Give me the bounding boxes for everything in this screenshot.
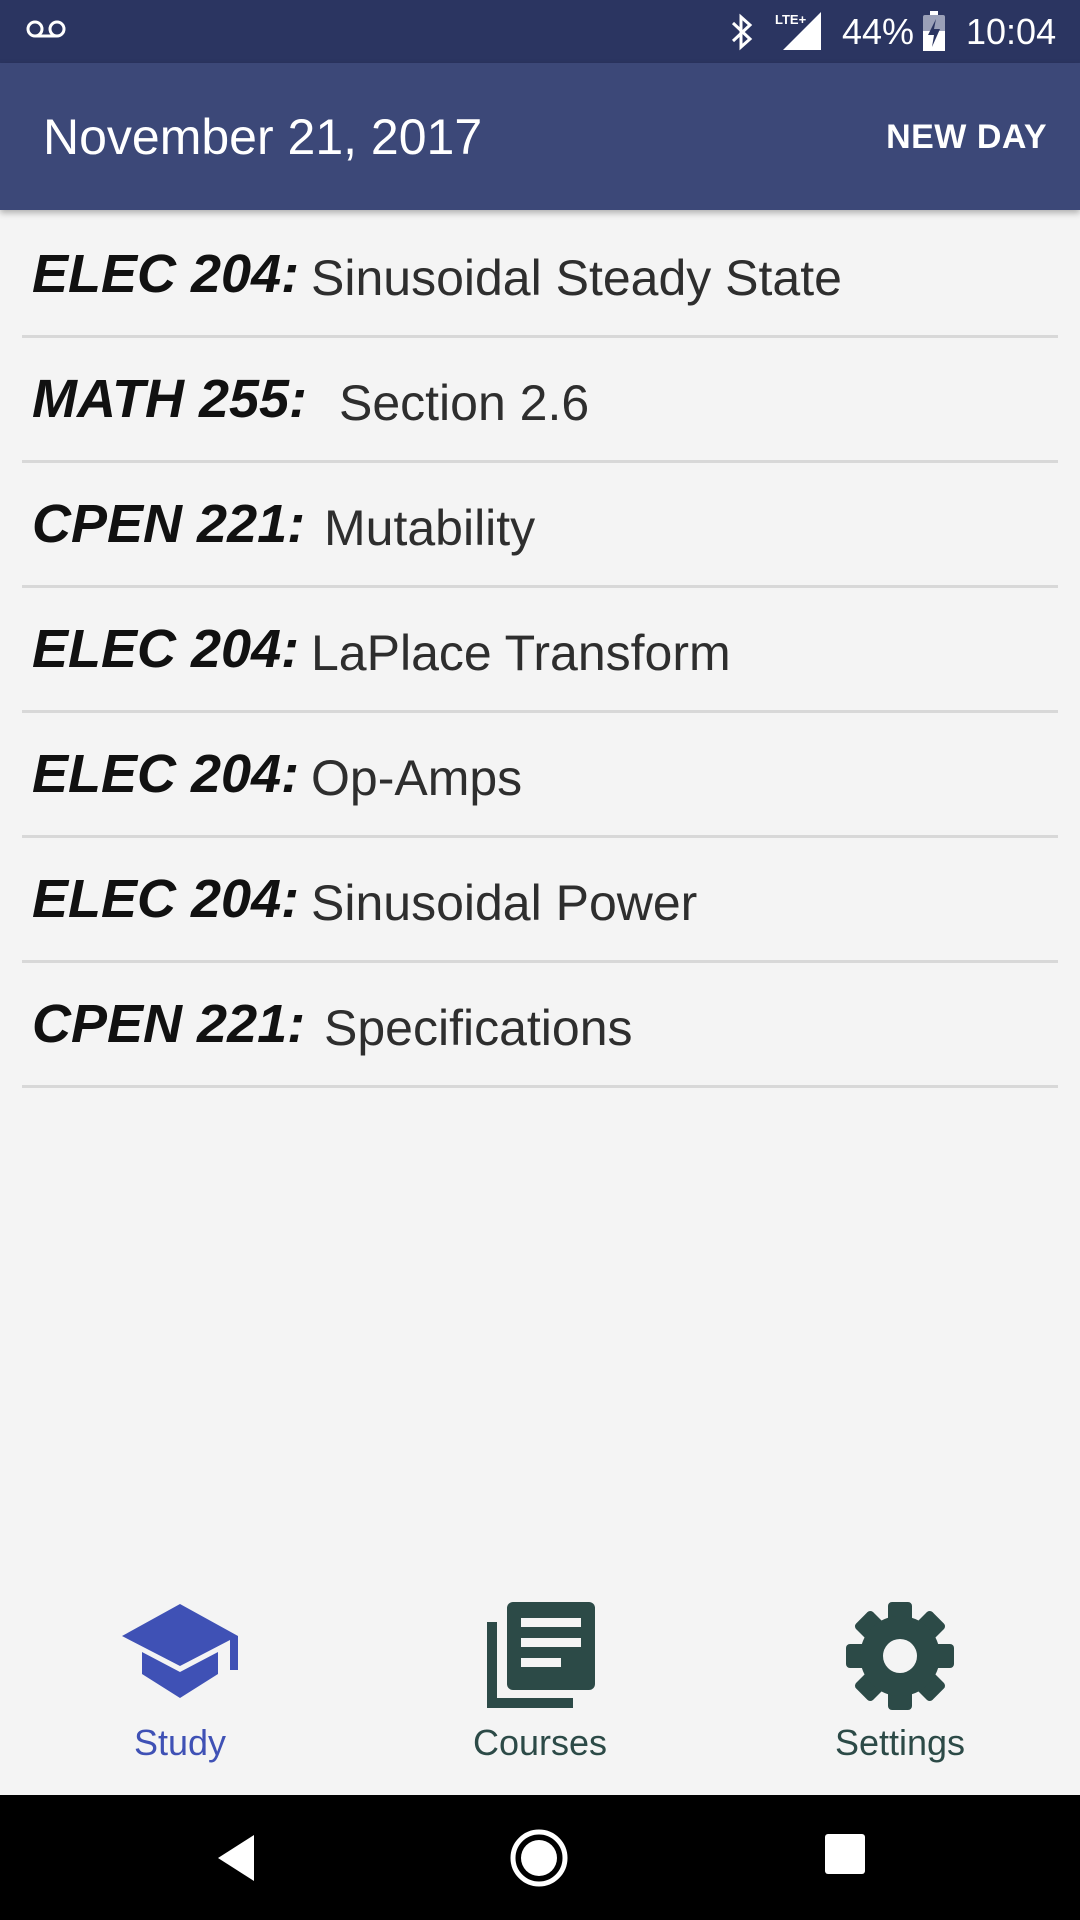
bluetooth-icon [731,13,753,51]
topic-title: Sinusoidal Power [311,875,698,931]
nav-settings[interactable]: Settings [760,1570,1040,1795]
course-code: CPEN 221: [32,994,306,1054]
gear-icon [846,1602,954,1710]
list-item[interactable]: MATH 255: Section 2.6 [22,338,1058,463]
topic-title: Sinusoidal Steady State [311,250,842,306]
lte-signal-icon: LTE+ [775,12,821,50]
nav-study-label: Study [133,1722,227,1763]
list-item[interactable]: ELEC 204: Op-Amps [22,713,1058,838]
list-item[interactable]: ELEC 204: Sinusoidal Power [22,838,1058,963]
new-day-button[interactable]: NEW DAY [886,117,1047,157]
course-code: ELEC 204: [32,619,300,679]
bottom-navigation: Study Courses Settings [0,1570,1080,1795]
page-title: November 21, 2017 [43,109,483,165]
topic-title: Specifications [324,1000,633,1056]
topic-title: Section 2.6 [339,375,590,431]
list-item[interactable]: ELEC 204: Sinusoidal Steady State [22,213,1058,338]
nav-courses[interactable]: Courses [400,1570,680,1795]
course-code: CPEN 221: [32,494,306,554]
battery-charging-icon [923,11,945,51]
home-icon[interactable] [509,1828,569,1888]
nav-courses-label: Courses [472,1722,608,1763]
recent-apps-icon[interactable] [824,1833,866,1875]
voicemail-icon [26,20,66,38]
battery-percentage: 44% [842,11,915,52]
app-bar: November 21, 2017 NEW DAY [0,63,1080,210]
clock: 10:04 [966,11,1057,52]
back-icon[interactable] [214,1833,258,1883]
topic-title: LaPlace Transform [311,625,731,681]
svg-text:LTE+: LTE+ [775,12,807,27]
library-books-icon [487,1602,595,1708]
course-code: MATH 255: [32,369,308,429]
nav-study[interactable]: Study [40,1570,320,1795]
list-item[interactable]: CPEN 221: Specifications [22,963,1058,1088]
graduation-cap-icon [122,1604,238,1698]
study-list: ELEC 204: Sinusoidal Steady State MATH 2… [0,213,1080,1088]
course-code: ELEC 204: [32,869,300,929]
topic-title: Op-Amps [311,750,523,806]
status-bar: LTE+ 44% 10:04 [0,0,1080,63]
nav-settings-label: Settings [834,1722,966,1763]
list-item[interactable]: ELEC 204: LaPlace Transform [22,588,1058,713]
topic-title: Mutability [324,500,536,556]
list-item[interactable]: CPEN 221: Mutability [22,463,1058,588]
course-code: ELEC 204: [32,744,300,804]
course-code: ELEC 204: [32,244,300,304]
system-navigation-bar [0,1795,1080,1920]
